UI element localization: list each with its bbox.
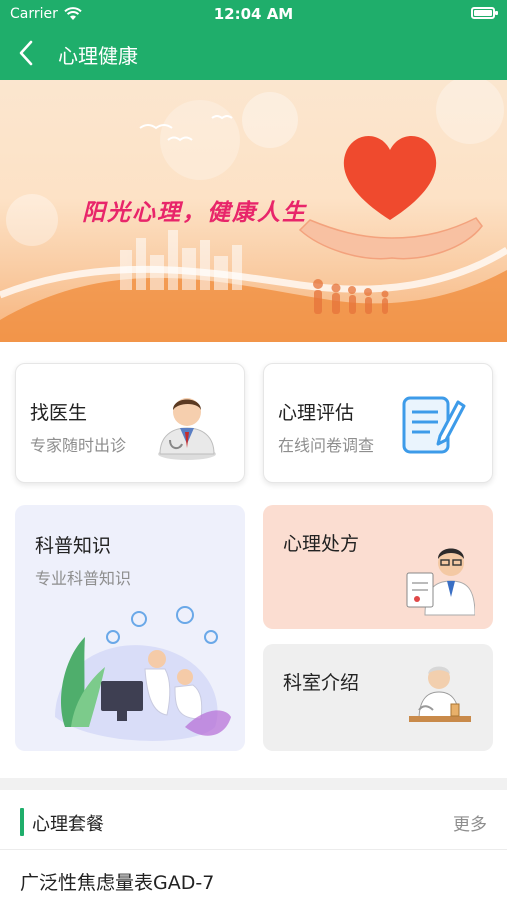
package-section-header: 心理套餐 更多 [0, 792, 507, 850]
knowledge-card[interactable]: 科普知识 专业科普知识 [15, 505, 245, 751]
science-illustration [55, 606, 231, 741]
assessment-title: 心理评估 [278, 402, 355, 424]
more-packages-link[interactable]: 更多 [453, 810, 487, 835]
section-accent-bar [20, 808, 24, 836]
chevron-left-icon [19, 40, 33, 66]
prescription-title: 心理处方 [283, 533, 360, 555]
package-section-title: 心理套餐 [32, 814, 104, 835]
doctor-icon [158, 398, 216, 460]
assessment-card[interactable]: 心理评估 在线问卷调查 [263, 363, 493, 483]
back-button[interactable] [12, 36, 42, 70]
prescription-card[interactable]: 心理处方 [263, 505, 493, 629]
page-title: 心理健康 [58, 44, 138, 68]
department-title: 科室介绍 [283, 672, 360, 694]
find-doctor-subtitle: 专家随时出诊 [30, 436, 127, 455]
navigation-bar: 心理健康 [0, 30, 507, 76]
package-name: 广泛性焦虑量表GAD-7 [20, 872, 215, 894]
app-header: Carrier 12:04 AM 心理健康 [0, 0, 507, 80]
find-doctor-card[interactable]: 找医生 专家随时出诊 [15, 363, 245, 483]
doctor-prescription-icon [406, 548, 475, 616]
questionnaire-icon [402, 396, 466, 454]
list-item[interactable]: 广泛性焦虑量表GAD-7 [0, 851, 507, 900]
knowledge-title: 科普知识 [35, 535, 112, 557]
status-bar: Carrier 12:04 AM [0, 0, 507, 28]
clock: 12:04 AM [213, 5, 294, 23]
banner-slogan: 阳光心理，健康人生 [82, 199, 307, 226]
department-card[interactable]: 科室介绍 [263, 644, 493, 751]
battery-icon [471, 7, 498, 19]
banner[interactable]: 阳光心理，健康人生 [0, 80, 507, 342]
knowledge-subtitle: 专业科普知识 [35, 569, 132, 588]
assessment-subtitle: 在线问卷调查 [278, 436, 375, 455]
find-doctor-title: 找医生 [30, 402, 88, 424]
doctor-researcher-icon [409, 666, 471, 722]
section-divider [0, 778, 507, 790]
